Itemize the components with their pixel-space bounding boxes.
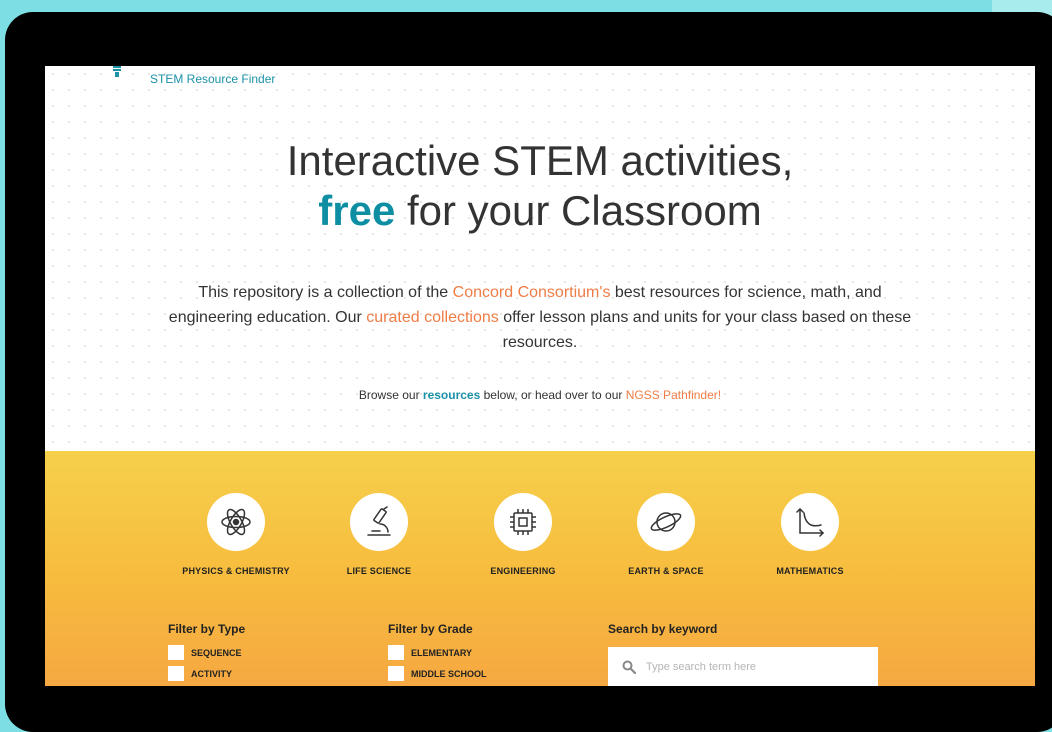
search-box[interactable] bbox=[608, 647, 878, 686]
page-headline: Interactive STEM activities, free for yo… bbox=[45, 136, 1035, 236]
checkbox[interactable] bbox=[168, 666, 184, 681]
category-label: PHYSICS & CHEMISTRY bbox=[182, 566, 290, 576]
search-icon bbox=[622, 660, 636, 674]
category-life-science[interactable]: LIFE SCIENCE bbox=[304, 493, 454, 576]
filter-option-elementary[interactable]: ELEMENTARY bbox=[388, 642, 487, 663]
concord-consortium-link[interactable]: Concord Consortium's bbox=[453, 284, 611, 301]
option-label: MIDDLE SCHOOL bbox=[411, 668, 487, 679]
chip-icon bbox=[510, 509, 536, 535]
category-label: ENGINEERING bbox=[490, 566, 556, 576]
checkbox[interactable] bbox=[388, 645, 404, 660]
filter-grade-title: Filter by Grade bbox=[388, 622, 473, 636]
keyword-search: Search by keyword bbox=[608, 622, 878, 686]
device-frame: STEM Resource Finder Interactive STEM ac… bbox=[5, 12, 1052, 732]
category-engineering[interactable]: ENGINEERING bbox=[448, 493, 598, 576]
filter-by-grade: Filter by Grade ELEMENTARY MIDDLE SCHOOL bbox=[388, 622, 487, 684]
checkbox[interactable] bbox=[388, 666, 404, 681]
resources-link[interactable]: resources bbox=[423, 388, 480, 402]
browser-viewport: STEM Resource Finder Interactive STEM ac… bbox=[45, 66, 1035, 686]
ngss-pathfinder-link[interactable]: NGSS Pathfinder! bbox=[626, 388, 721, 402]
search-title: Search by keyword bbox=[608, 622, 718, 636]
option-label: ELEMENTARY bbox=[411, 647, 473, 658]
category-circle bbox=[207, 493, 265, 551]
intro-paragraph: This repository is a collection of the C… bbox=[165, 280, 915, 355]
planet-icon bbox=[650, 512, 682, 532]
category-label: EARTH & SPACE bbox=[628, 566, 704, 576]
filter-type-title: Filter by Type bbox=[168, 622, 246, 636]
microscope-icon bbox=[367, 506, 391, 536]
category-circle bbox=[494, 493, 552, 551]
intro-text-1: This repository is a collection of the bbox=[198, 284, 453, 301]
category-circle bbox=[637, 493, 695, 551]
headline-line-2: free for your Classroom bbox=[45, 186, 1035, 236]
checkbox[interactable] bbox=[168, 645, 184, 660]
brand-name: STEM Resource Finder bbox=[150, 72, 276, 86]
atom-icon bbox=[221, 508, 251, 536]
category-physics-chemistry[interactable]: PHYSICS & CHEMISTRY bbox=[161, 493, 311, 576]
category-mathematics[interactable]: MATHEMATICS bbox=[735, 493, 885, 576]
headline-line-2-rest: for your Classroom bbox=[406, 187, 762, 234]
filter-option-sequence[interactable]: SEQUENCE bbox=[168, 642, 245, 663]
browse-text-1: Browse our bbox=[358, 388, 423, 402]
browse-line: Browse our resources below, or head over… bbox=[45, 388, 1035, 402]
browse-text-2: below, or head over to our bbox=[480, 388, 626, 402]
option-label: ACTIVITY bbox=[191, 668, 233, 679]
filter-option-activity[interactable]: ACTIVITY bbox=[168, 663, 245, 684]
curated-collections-link[interactable]: curated collections bbox=[366, 309, 499, 326]
category-label: MATHEMATICS bbox=[776, 566, 844, 576]
search-input[interactable] bbox=[644, 660, 868, 674]
filter-by-type: Filter by Type SEQUENCE ACTIVITY bbox=[168, 622, 245, 684]
category-circle bbox=[781, 493, 839, 551]
headline-line-1: Interactive STEM activities, bbox=[286, 137, 794, 184]
intro-text-3: offer lesson plans and units for your cl… bbox=[498, 309, 912, 351]
hero-section: STEM Resource Finder Interactive STEM ac… bbox=[45, 66, 1035, 451]
category-earth-space[interactable]: EARTH & SPACE bbox=[591, 493, 741, 576]
filter-option-middle-school[interactable]: MIDDLE SCHOOL bbox=[388, 663, 487, 684]
category-circle bbox=[350, 493, 408, 551]
category-label: LIFE SCIENCE bbox=[346, 566, 412, 576]
stem-logo-icon bbox=[113, 66, 121, 77]
graph-icon bbox=[796, 507, 825, 537]
filter-panel: PHYSICS & CHEMISTRY LIFE SCIENCE ENGINEE… bbox=[45, 451, 1035, 686]
option-label: SEQUENCE bbox=[191, 647, 242, 658]
headline-accent: free bbox=[318, 187, 396, 234]
